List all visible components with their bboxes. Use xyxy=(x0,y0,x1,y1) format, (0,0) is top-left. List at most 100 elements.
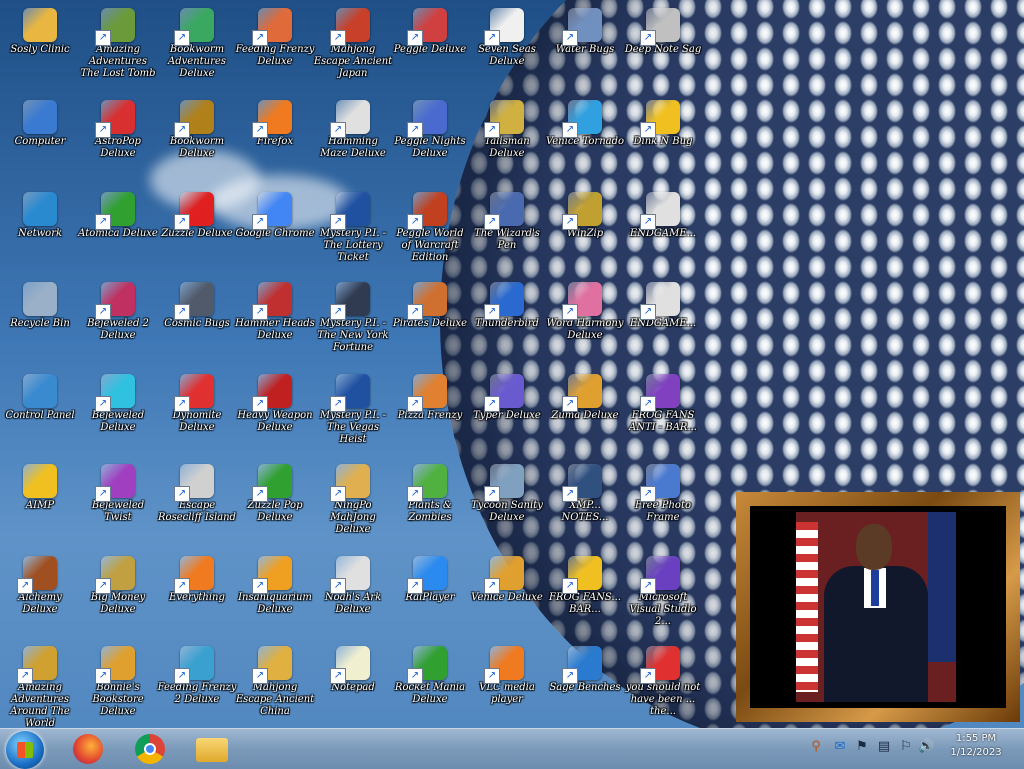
desktop-icon[interactable]: ↗ Plants & Zombies xyxy=(390,460,470,548)
desktop-icon[interactable]: ↗ FROG FANS ANTI - BAR... xyxy=(623,370,703,458)
shortcut-arrow-icon: ↗ xyxy=(640,214,656,230)
desktop-icon-label: Typer Deluxe xyxy=(473,410,541,421)
desktop-icon[interactable]: ↗ Google Chrome xyxy=(235,188,315,276)
desktop-icon[interactable]: ↗ Dink N Bug xyxy=(623,96,703,184)
desktop-icon[interactable]: ↗ Bejeweled 2 Deluxe xyxy=(78,278,158,366)
desktop-icon[interactable]: ↗ Deep Note Sag xyxy=(623,4,703,92)
desktop-icon[interactable]: ↗ Mystery P.I. - The Lottery Ticket xyxy=(313,188,393,276)
desktop-icon[interactable]: ↗ NingPo MahJong Deluxe xyxy=(313,460,393,548)
desktop-icon[interactable]: ↗ Amazing Adventures Around The World xyxy=(0,642,80,728)
network-icon[interactable]: ⚑ xyxy=(854,739,870,755)
desktop-icon[interactable]: ↗ Everything xyxy=(157,552,237,640)
desktop-icon-label: Hammer Heads Deluxe xyxy=(235,318,315,341)
desktop-icon[interactable]: AIMP xyxy=(0,460,80,548)
taskbar-file-explorer[interactable] xyxy=(190,731,234,767)
desktop-icon[interactable]: ↗ RaiPlayer xyxy=(390,552,470,640)
volume-icon[interactable]: 🔊 xyxy=(918,739,934,755)
desktop-icon[interactable]: ↗ Bonnie's Bookstore Deluxe xyxy=(78,642,158,728)
start-button[interactable] xyxy=(6,731,44,769)
desktop-icon[interactable]: ↗ Water Bugs xyxy=(545,4,625,92)
desktop-icon[interactable]: ↗ Peggle Deluxe xyxy=(390,4,470,92)
desktop-icon[interactable]: ↗ Zuma Deluxe xyxy=(545,370,625,458)
desktop-icon[interactable]: ↗ ENDGAME... xyxy=(623,278,703,366)
app-icon: ↗ xyxy=(252,374,292,412)
desktop-icon-label: Feeding Frenzy 2 Deluxe xyxy=(157,682,237,705)
desktop-icon[interactable]: ↗ Bejeweled Twist xyxy=(78,460,158,548)
desktop-icon[interactable]: ↗ Escape Rosecliff Island xyxy=(157,460,237,548)
monitor-icon[interactable]: ▤ xyxy=(876,739,892,755)
clock[interactable]: 1:55 PM 1/12/2023 xyxy=(936,732,1016,760)
desktop-icon-label: Bejeweled Twist xyxy=(91,500,145,523)
desktop-icon[interactable]: ↗ Dynomite Deluxe xyxy=(157,370,237,458)
desktop-icon-label: Hamming Maze Deluxe xyxy=(320,136,386,159)
desktop-icon[interactable]: ↗ Mystery P.I. - The New York Fortune xyxy=(313,278,393,366)
desktop-icon[interactable]: ↗ Peggle World of Warcraft Edition xyxy=(390,188,470,276)
desktop-icon-label: Water Bugs xyxy=(555,44,615,55)
search-icon[interactable]: ⚲ xyxy=(808,739,824,755)
photo-frame-widget[interactable] xyxy=(736,492,1020,722)
desktop-icon-label: AstroPop Deluxe xyxy=(95,136,141,159)
desktop-icon[interactable]: ↗ Sage Benches xyxy=(545,642,625,728)
desktop-icon-label: Sage Benches xyxy=(549,682,621,693)
desktop-icon[interactable]: ↗ Notepad xyxy=(313,642,393,728)
taskbar-firefox[interactable] xyxy=(66,731,110,767)
desktop-icon[interactable]: ↗ Feeding Frenzy Deluxe xyxy=(235,4,315,92)
desktop-icon[interactable]: ↗ Mahjong Escape Ancient China xyxy=(235,642,315,728)
desktop-icon[interactable]: ↗ Word Harmony Deluxe xyxy=(545,278,625,366)
desktop-icon[interactable]: ↗ Zuzzle Pop Deluxe xyxy=(235,460,315,548)
app-icon: ↗ xyxy=(407,646,447,684)
desktop-icon[interactable]: ↗ Cosmic Bugs xyxy=(157,278,237,366)
desktop-icon-label: Zuzzle Deluxe xyxy=(161,228,233,239)
desktop-icon[interactable]: ↗ Feeding Frenzy 2 Deluxe xyxy=(157,642,237,728)
desktop-icon[interactable]: ↗ Hamming Maze Deluxe xyxy=(313,96,393,184)
desktop-icon[interactable]: ↗ Typer Deluxe xyxy=(467,370,547,458)
desktop-icon[interactable]: ↗ Hammer Heads Deluxe xyxy=(235,278,315,366)
desktop-icon[interactable]: Network xyxy=(0,188,80,276)
desktop-icon[interactable]: ↗ Pirates Deluxe xyxy=(390,278,470,366)
desktop-icon[interactable]: ↗ Rocket Mania Deluxe xyxy=(390,642,470,728)
desktop-icon[interactable]: ↗ FROG FANS... BAR... xyxy=(545,552,625,640)
flag-icon[interactable]: ⚐ xyxy=(898,739,914,755)
desktop-icon[interactable]: ↗ Mystery P.I. - The Vegas Heist xyxy=(313,370,393,458)
desktop-icon-label: NingPo MahJong Deluxe xyxy=(330,500,376,535)
desktop-icon[interactable]: ↗ Heavy Weapon Deluxe xyxy=(235,370,315,458)
desktop-icon[interactable]: ↗ Mahjong Escape Ancient Japan xyxy=(313,4,393,92)
desktop-icon[interactable]: Computer xyxy=(0,96,80,184)
desktop-icon[interactable]: ↗ Tycoon Sanity Deluxe xyxy=(467,460,547,548)
desktop-icon[interactable]: ↗ Free Photo Frame xyxy=(623,460,703,548)
desktop-icon[interactable]: ↗ Venice Tornado xyxy=(545,96,625,184)
app-icon: ↗ xyxy=(640,192,680,230)
desktop-icon[interactable]: ↗ Noah's Ark Deluxe xyxy=(313,552,393,640)
taskbar-chrome[interactable] xyxy=(128,731,172,767)
desktop-icon[interactable]: ↗ Peggle Nights Deluxe xyxy=(390,96,470,184)
desktop-icon[interactable]: ↗ XMP... NOTES... xyxy=(545,460,625,548)
desktop-icon[interactable]: Control Panel xyxy=(0,370,80,458)
desktop-icon[interactable]: ↗ Amazing Adventures The Lost Tomb xyxy=(78,4,158,92)
desktop-icon[interactable]: ↗ Bookworm Deluxe xyxy=(157,96,237,184)
desktop-icon-label: Mystery P.I. - The Lottery Ticket xyxy=(319,228,387,263)
desktop-icon[interactable]: ↗ Insaniquarium Deluxe xyxy=(235,552,315,640)
desktop-icon[interactable]: ↗ Pizza Frenzy xyxy=(390,370,470,458)
desktop-icon[interactable]: ↗ Bookworm Adventures Deluxe xyxy=(157,4,237,92)
desktop-icon[interactable]: ↗ Seven Seas Deluxe xyxy=(467,4,547,92)
desktop-icon[interactable]: Sosly Clinic xyxy=(0,4,80,92)
desktop-icon[interactable]: ↗ Atomica Deluxe xyxy=(78,188,158,276)
shortcut-arrow-icon: ↗ xyxy=(174,668,190,684)
desktop-icon[interactable]: ↗ you should not have been ... the... xyxy=(623,642,703,728)
desktop-icon[interactable]: ↗ Alchemy Deluxe xyxy=(0,552,80,640)
desktop-icon[interactable]: ↗ AstroPop Deluxe xyxy=(78,96,158,184)
desktop-icon[interactable]: ↗ The Wizard's Pen xyxy=(467,188,547,276)
desktop-icon[interactable]: ↗ Thunderbird xyxy=(467,278,547,366)
desktop-icon[interactable]: ↗ Big Money Deluxe xyxy=(78,552,158,640)
desktop-icon[interactable]: ↗ Firefox xyxy=(235,96,315,184)
desktop-icon[interactable]: Recycle Bin xyxy=(0,278,80,366)
desktop-icon[interactable]: ↗ Microsoft Visual Studio 2... xyxy=(623,552,703,640)
desktop-icon[interactable]: ↗ VLC media player xyxy=(467,642,547,728)
desktop-icon[interactable]: ↗ WinZip xyxy=(545,188,625,276)
desktop-icon[interactable]: ↗ Venice Deluxe xyxy=(467,552,547,640)
desktop-icon[interactable]: ↗ ENDGAME... xyxy=(623,188,703,276)
desktop-icon[interactable]: ↗ Talisman Deluxe xyxy=(467,96,547,184)
desktop-icon[interactable]: ↗ Zuzzle Deluxe xyxy=(157,188,237,276)
desktop-icon[interactable]: ↗ Bejeweled Deluxe xyxy=(78,370,158,458)
chat-icon[interactable]: ✉ xyxy=(832,739,848,755)
